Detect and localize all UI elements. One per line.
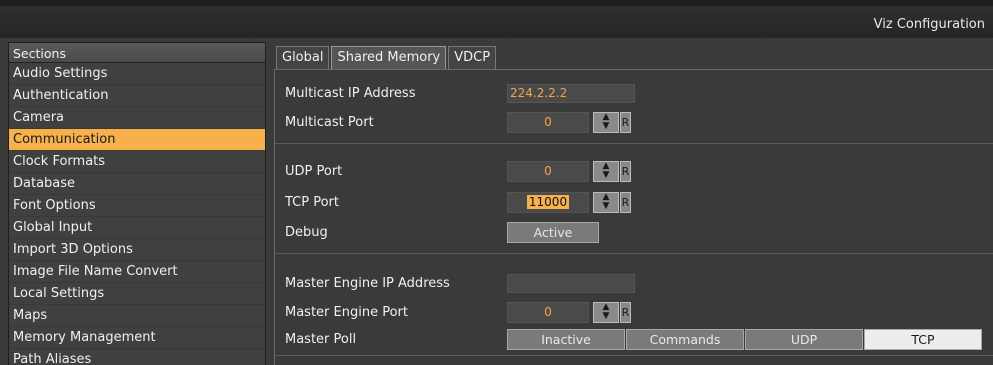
spin-down-icon: ▼ xyxy=(602,170,610,180)
sidebar-item-database[interactable]: Database xyxy=(9,173,265,195)
spin-down-icon: ▼ xyxy=(602,311,610,321)
sidebar-item-path-aliases[interactable]: Path Aliases xyxy=(9,349,265,365)
master-ip-field[interactable] xyxy=(507,274,635,293)
ports-section: UDP Port 0 ▲ ▼ R TCP Port 11000 ▲ ▼ R De… xyxy=(275,144,993,254)
multicast-ip-field[interactable]: 224.2.2.2 xyxy=(507,84,635,103)
tab-shared-memory[interactable]: Shared Memory xyxy=(331,46,447,69)
master-poll-inactive-button[interactable]: Inactive xyxy=(507,329,625,350)
multicast-port-label: Multicast Port xyxy=(285,115,374,130)
udp-port-label: UDP Port xyxy=(285,164,343,179)
udp-port-input[interactable]: 0 xyxy=(507,161,589,182)
settings-panel: Global Shared Memory VDCP Multicast IP A… xyxy=(270,42,993,365)
multicast-port-reset-button[interactable]: R xyxy=(620,112,631,133)
sidebar-item-global-input[interactable]: Global Input xyxy=(9,217,265,239)
tab-global[interactable]: Global xyxy=(276,46,330,69)
sidebar-item-memory-management[interactable]: Memory Management xyxy=(9,327,265,349)
sidebar-item-authentication[interactable]: Authentication xyxy=(9,85,265,107)
multicast-port-input[interactable]: 0 xyxy=(507,112,589,133)
tcp-port-reset-button[interactable]: R xyxy=(620,192,631,213)
udp-port-stepper[interactable]: ▲ ▼ xyxy=(593,161,619,182)
multicast-port-stepper[interactable]: ▲ ▼ xyxy=(593,112,619,133)
master-port-reset-button[interactable]: R xyxy=(620,302,631,323)
window-title: Viz Configuration xyxy=(873,17,985,32)
tab-bar: Global Shared Memory VDCP xyxy=(276,46,498,70)
tcp-port-input[interactable]: 11000 xyxy=(507,192,589,213)
sections-sidebar: Sections Audio Settings Authentication C… xyxy=(8,42,266,365)
master-poll-udp-button[interactable]: UDP xyxy=(745,329,863,350)
debug-toggle-button[interactable]: Active xyxy=(507,222,599,243)
tcp-port-label: TCP Port xyxy=(285,195,339,210)
tcp-port-value: 11000 xyxy=(526,195,570,209)
sidebar-item-import-3d-options[interactable]: Import 3D Options xyxy=(9,239,265,261)
master-port-label: Master Engine Port xyxy=(285,305,408,320)
tab-vdcp[interactable]: VDCP xyxy=(448,46,497,69)
sections-header: Sections xyxy=(9,43,265,63)
debug-label: Debug xyxy=(285,225,328,240)
master-ip-label: Master Engine IP Address xyxy=(285,276,450,291)
master-poll-label: Master Poll xyxy=(285,332,357,347)
sidebar-item-clock-formats[interactable]: Clock Formats xyxy=(9,151,265,173)
sidebar-item-communication[interactable]: Communication xyxy=(9,129,265,151)
sidebar-item-font-options[interactable]: Font Options xyxy=(9,195,265,217)
spin-down-icon: ▼ xyxy=(602,121,610,131)
sidebar-item-maps[interactable]: Maps xyxy=(9,305,265,327)
sidebar-item-camera[interactable]: Camera xyxy=(9,107,265,129)
master-engine-section: Master Engine IP Address Master Engine P… xyxy=(275,254,993,356)
master-poll-tcp-button[interactable]: TCP xyxy=(864,329,982,350)
master-port-input[interactable]: 0 xyxy=(507,302,589,323)
spin-down-icon: ▼ xyxy=(602,201,610,211)
master-port-stepper[interactable]: ▲ ▼ xyxy=(593,302,619,323)
udp-port-reset-button[interactable]: R xyxy=(620,161,631,182)
multicast-section: Multicast IP Address 224.2.2.2 Multicast… xyxy=(275,70,993,144)
sidebar-item-image-file-name-convert[interactable]: Image File Name Convert xyxy=(9,261,265,283)
master-poll-commands-button[interactable]: Commands xyxy=(626,329,744,350)
shared-memory-panel: Multicast IP Address 224.2.2.2 Multicast… xyxy=(274,69,993,365)
title-bar: Viz Configuration xyxy=(0,0,993,38)
sections-list: Audio Settings Authentication Camera Com… xyxy=(9,63,265,365)
multicast-ip-label: Multicast IP Address xyxy=(285,86,416,101)
sidebar-item-local-settings[interactable]: Local Settings xyxy=(9,283,265,305)
tcp-port-stepper[interactable]: ▲ ▼ xyxy=(593,192,619,213)
sidebar-item-audio-settings[interactable]: Audio Settings xyxy=(9,63,265,85)
